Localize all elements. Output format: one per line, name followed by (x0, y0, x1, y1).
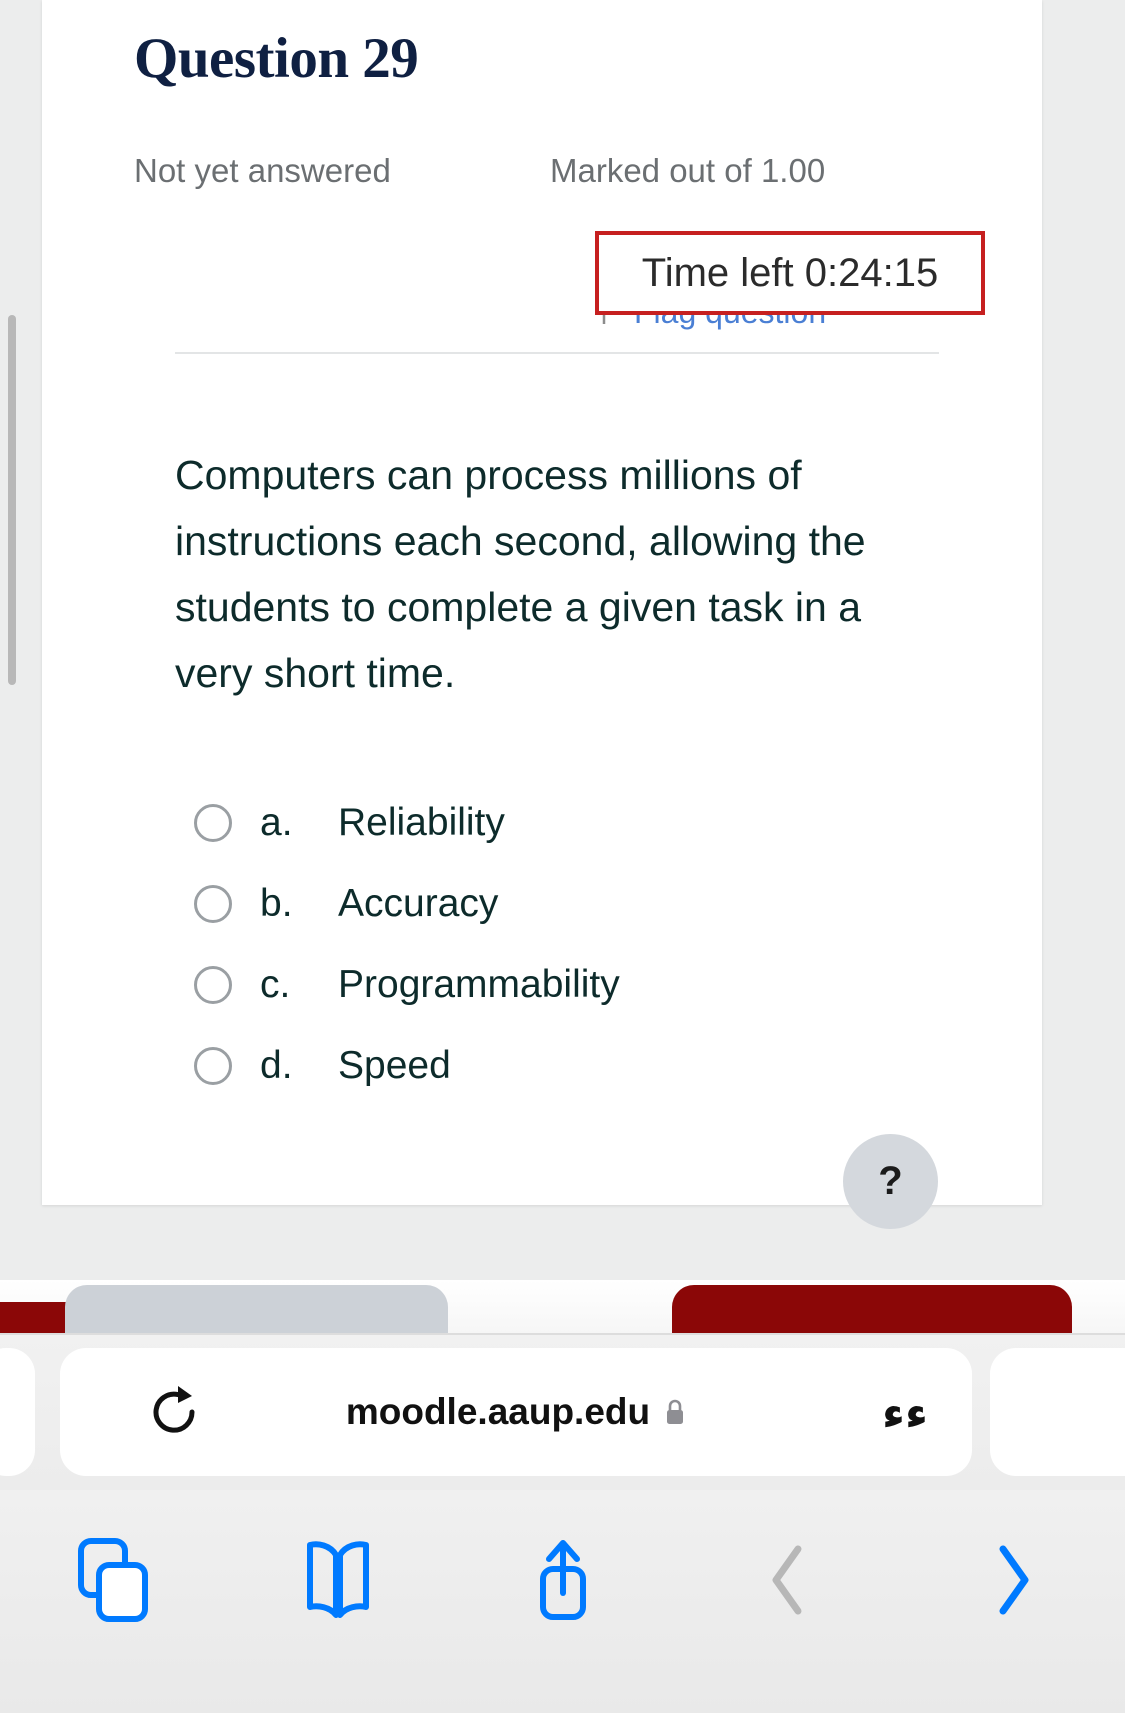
radio-button-d[interactable] (194, 1046, 232, 1085)
url-text: moodle.aaup.edu (345, 1391, 651, 1432)
answer-options-list: a. Reliability b. Accuracy c. Programmab… (194, 782, 894, 1106)
share-button[interactable] (503, 1530, 623, 1630)
answer-label: Reliability (338, 800, 505, 844)
tab-maroon-right[interactable] (672, 1285, 1072, 1335)
tab-gray-active[interactable] (65, 1285, 448, 1335)
help-button[interactable]: ? (843, 1134, 938, 1229)
question-status: Not yet answered (134, 152, 391, 189)
back-button[interactable] (728, 1530, 848, 1630)
text-size-button[interactable]: ءء (860, 1384, 950, 1440)
browser-bottom-toolbar (0, 1490, 1125, 1713)
url-bar[interactable]: moodle.aaup.edu ءء (60, 1348, 972, 1476)
question-body: Computers can process millions of instru… (175, 452, 866, 696)
url-bar-prev-peek[interactable] (0, 1348, 35, 1476)
answer-label: Accuracy (338, 881, 499, 925)
url-bar-next-peek[interactable] (990, 1348, 1125, 1476)
question-card: Question 29 Not yet answered Marked out … (42, 0, 1042, 1205)
answer-option-a[interactable]: a. Reliability (194, 782, 894, 863)
quiz-timer-box: Time left 0:24:15 (595, 231, 985, 315)
bookmarks-button[interactable] (278, 1530, 398, 1630)
radio-button-b[interactable] (194, 884, 232, 923)
chevron-right-icon (999, 1545, 1028, 1615)
forward-button[interactable] (953, 1530, 1073, 1630)
answer-letter: b. (260, 881, 293, 925)
quiz-timer-label: Time left 0:24:15 (641, 250, 939, 295)
answer-label: Speed (338, 1043, 451, 1087)
radio-button-a[interactable] (194, 803, 232, 842)
reload-icon[interactable] (148, 1384, 202, 1440)
browser-tab-strip (0, 1280, 1125, 1335)
book-icon (306, 1541, 369, 1618)
screen: Question 29 Not yet answered Marked out … (0, 0, 1125, 1713)
answer-option-c[interactable]: c. Programmability (194, 944, 894, 1025)
radio-button-c[interactable] (194, 965, 232, 1004)
page-scroll-indicator[interactable] (8, 315, 16, 685)
question-marks: Marked out of 1.00 (550, 152, 826, 189)
tabs-icon (77, 1538, 148, 1622)
chevron-left-icon (772, 1545, 801, 1615)
answer-label: Programmability (338, 962, 620, 1006)
lock-icon (667, 1399, 684, 1424)
page-title: Question 29 (134, 27, 419, 90)
question-meta-row: Not yet answered Marked out of 1.00 (134, 152, 994, 202)
web-content-area: Question 29 Not yet answered Marked out … (0, 0, 1125, 1330)
answer-option-b[interactable]: b. Accuracy (194, 863, 894, 944)
tabs-overview-button[interactable] (53, 1530, 173, 1630)
question-divider (175, 352, 939, 354)
share-icon (539, 1540, 586, 1620)
answer-letter: a. (260, 800, 293, 844)
answer-letter: d. (260, 1043, 293, 1087)
browser-url-row: moodle.aaup.edu ءء (0, 1335, 1125, 1490)
answer-option-d[interactable]: d. Speed (194, 1025, 894, 1106)
answer-letter: c. (260, 962, 291, 1006)
